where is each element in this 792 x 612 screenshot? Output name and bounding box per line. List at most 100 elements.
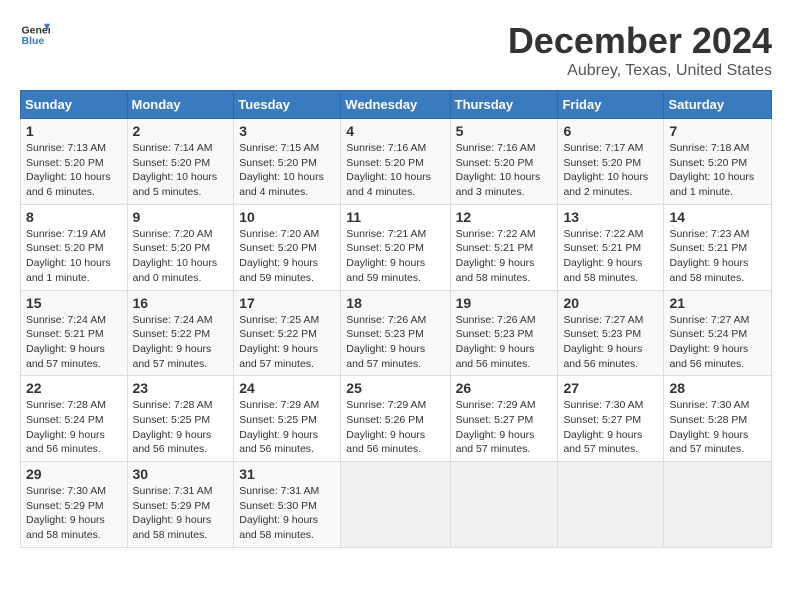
table-cell: 7 Sunrise: 7:18 AMSunset: 5:20 PMDaylight…	[664, 119, 772, 205]
day-info: Sunrise: 7:13 AMSunset: 5:20 PMDaylight:…	[26, 141, 122, 200]
day-info: Sunrise: 7:30 AMSunset: 5:27 PMDaylight:…	[563, 398, 658, 457]
day-number: 14	[669, 209, 766, 225]
day-info: Sunrise: 7:28 AMSunset: 5:24 PMDaylight:…	[26, 398, 122, 457]
day-number: 18	[346, 295, 444, 311]
table-cell: 5 Sunrise: 7:16 AMSunset: 5:20 PMDaylight…	[450, 119, 558, 205]
day-number: 23	[133, 380, 229, 396]
day-info: Sunrise: 7:29 AMSunset: 5:27 PMDaylight:…	[456, 398, 553, 457]
day-number: 13	[563, 209, 658, 225]
table-cell: 13 Sunrise: 7:22 AMSunset: 5:21 PMDayligh…	[558, 204, 664, 290]
day-number: 16	[133, 295, 229, 311]
table-cell: 11Sunrise: 7:21 AMSunset: 5:20 PMDayligh…	[341, 204, 450, 290]
day-number: 22	[26, 380, 122, 396]
logo-icon: General Blue	[20, 20, 50, 50]
table-cell: 26 Sunrise: 7:29 AMSunset: 5:27 PMDayligh…	[450, 376, 558, 462]
table-cell: 15 Sunrise: 7:24 AMSunset: 5:21 PMDayligh…	[21, 290, 128, 376]
table-cell: 12 Sunrise: 7:22 AMSunset: 5:21 PMDayligh…	[450, 204, 558, 290]
table-cell: 22 Sunrise: 7:28 AMSunset: 5:24 PMDayligh…	[21, 376, 128, 462]
location-title: Aubrey, Texas, United States	[508, 62, 772, 80]
logo: General Blue	[20, 20, 50, 50]
table-cell: 29 Sunrise: 7:30 AMSunset: 5:29 PMDayligh…	[21, 462, 128, 548]
day-info: Sunrise: 7:19 AMSunset: 5:20 PMDaylight:…	[26, 227, 122, 286]
day-number: 6	[563, 123, 658, 139]
day-number: 24	[239, 380, 335, 396]
day-info: Sunrise: 7:30 AMSunset: 5:28 PMDaylight:…	[669, 398, 766, 457]
day-number: 4	[346, 123, 444, 139]
day-info: Sunrise: 7:20 AMSunset: 5:20 PMDaylight:…	[239, 227, 335, 286]
calendar-body: 1 Sunrise: 7:13 AMSunset: 5:20 PMDaylight…	[21, 119, 772, 548]
table-cell: 2Sunrise: 7:14 AMSunset: 5:20 PMDaylight…	[127, 119, 234, 205]
table-cell: 30Sunrise: 7:31 AMSunset: 5:29 PMDayligh…	[127, 462, 234, 548]
day-info: Sunrise: 7:16 AMSunset: 5:20 PMDaylight:…	[346, 141, 444, 200]
table-cell: 8Sunrise: 7:19 AMSunset: 5:20 PMDaylight…	[21, 204, 128, 290]
table-cell: 18 Sunrise: 7:26 AMSunset: 5:23 PMDayligh…	[341, 290, 450, 376]
calendar-table: Sunday Monday Tuesday Wednesday Thursday…	[20, 90, 772, 548]
day-number: 2	[133, 123, 229, 139]
svg-text:Blue: Blue	[22, 35, 45, 47]
day-number: 15	[26, 295, 122, 311]
day-number: 1	[26, 123, 122, 139]
day-number: 3	[239, 123, 335, 139]
day-number: 19	[456, 295, 553, 311]
day-number: 12	[456, 209, 553, 225]
day-info: Sunrise: 7:24 AMSunset: 5:22 PMDaylight:…	[133, 313, 229, 372]
day-info: Sunrise: 7:26 AMSunset: 5:23 PMDaylight:…	[346, 313, 444, 372]
table-cell: 31 Sunrise: 7:31 AMSunset: 5:30 PMDayligh…	[234, 462, 341, 548]
table-cell: 6 Sunrise: 7:17 AMSunset: 5:20 PMDaylight…	[558, 119, 664, 205]
table-cell: 9Sunrise: 7:20 AMSunset: 5:20 PMDaylight…	[127, 204, 234, 290]
day-number: 9	[133, 209, 229, 225]
day-info: Sunrise: 7:27 AMSunset: 5:24 PMDaylight:…	[669, 313, 766, 372]
day-number: 5	[456, 123, 553, 139]
day-number: 7	[669, 123, 766, 139]
day-number: 31	[239, 466, 335, 482]
table-cell	[558, 462, 664, 548]
day-info: Sunrise: 7:24 AMSunset: 5:21 PMDaylight:…	[26, 313, 122, 372]
table-cell: 28 Sunrise: 7:30 AMSunset: 5:28 PMDayligh…	[664, 376, 772, 462]
day-number: 26	[456, 380, 553, 396]
calendar-row: 1 Sunrise: 7:13 AMSunset: 5:20 PMDaylight…	[21, 119, 772, 205]
day-info: Sunrise: 7:18 AMSunset: 5:20 PMDaylight:…	[669, 141, 766, 200]
day-number: 29	[26, 466, 122, 482]
table-cell	[450, 462, 558, 548]
day-info: Sunrise: 7:31 AMSunset: 5:30 PMDaylight:…	[239, 484, 335, 543]
day-info: Sunrise: 7:15 AMSunset: 5:20 PMDaylight:…	[239, 141, 335, 200]
col-tuesday: Tuesday	[234, 91, 341, 119]
col-monday: Monday	[127, 91, 234, 119]
col-friday: Friday	[558, 91, 664, 119]
day-number: 25	[346, 380, 444, 396]
page-header: General Blue December 2024 Aubrey, Texas…	[20, 20, 772, 80]
day-info: Sunrise: 7:16 AMSunset: 5:20 PMDaylight:…	[456, 141, 553, 200]
day-info: Sunrise: 7:30 AMSunset: 5:29 PMDaylight:…	[26, 484, 122, 543]
day-info: Sunrise: 7:28 AMSunset: 5:25 PMDaylight:…	[133, 398, 229, 457]
table-cell: 20Sunrise: 7:27 AMSunset: 5:23 PMDayligh…	[558, 290, 664, 376]
day-number: 28	[669, 380, 766, 396]
table-cell: 14 Sunrise: 7:23 AMSunset: 5:21 PMDayligh…	[664, 204, 772, 290]
day-info: Sunrise: 7:29 AMSunset: 5:25 PMDaylight:…	[239, 398, 335, 457]
table-cell: 16 Sunrise: 7:24 AMSunset: 5:22 PMDayligh…	[127, 290, 234, 376]
calendar-row: 22 Sunrise: 7:28 AMSunset: 5:24 PMDayligh…	[21, 376, 772, 462]
table-cell: 17Sunrise: 7:25 AMSunset: 5:22 PMDayligh…	[234, 290, 341, 376]
table-cell: 10Sunrise: 7:20 AMSunset: 5:20 PMDayligh…	[234, 204, 341, 290]
header-row: Sunday Monday Tuesday Wednesday Thursday…	[21, 91, 772, 119]
calendar-row: 15 Sunrise: 7:24 AMSunset: 5:21 PMDayligh…	[21, 290, 772, 376]
table-cell	[664, 462, 772, 548]
calendar-row: 29 Sunrise: 7:30 AMSunset: 5:29 PMDayligh…	[21, 462, 772, 548]
day-number: 27	[563, 380, 658, 396]
col-sunday: Sunday	[21, 91, 128, 119]
day-info: Sunrise: 7:17 AMSunset: 5:20 PMDaylight:…	[563, 141, 658, 200]
month-title: December 2024	[508, 20, 772, 62]
day-number: 21	[669, 295, 766, 311]
table-cell: 24 Sunrise: 7:29 AMSunset: 5:25 PMDayligh…	[234, 376, 341, 462]
day-info: Sunrise: 7:22 AMSunset: 5:21 PMDaylight:…	[563, 227, 658, 286]
table-cell: 25Sunrise: 7:29 AMSunset: 5:26 PMDayligh…	[341, 376, 450, 462]
title-area: December 2024 Aubrey, Texas, United Stat…	[508, 20, 772, 80]
day-info: Sunrise: 7:22 AMSunset: 5:21 PMDaylight:…	[456, 227, 553, 286]
col-wednesday: Wednesday	[341, 91, 450, 119]
table-cell: 27 Sunrise: 7:30 AMSunset: 5:27 PMDayligh…	[558, 376, 664, 462]
table-cell: 23 Sunrise: 7:28 AMSunset: 5:25 PMDayligh…	[127, 376, 234, 462]
table-cell: 19 Sunrise: 7:26 AMSunset: 5:23 PMDayligh…	[450, 290, 558, 376]
calendar-row: 8Sunrise: 7:19 AMSunset: 5:20 PMDaylight…	[21, 204, 772, 290]
day-info: Sunrise: 7:26 AMSunset: 5:23 PMDaylight:…	[456, 313, 553, 372]
table-cell: 1 Sunrise: 7:13 AMSunset: 5:20 PMDaylight…	[21, 119, 128, 205]
day-info: Sunrise: 7:23 AMSunset: 5:21 PMDaylight:…	[669, 227, 766, 286]
